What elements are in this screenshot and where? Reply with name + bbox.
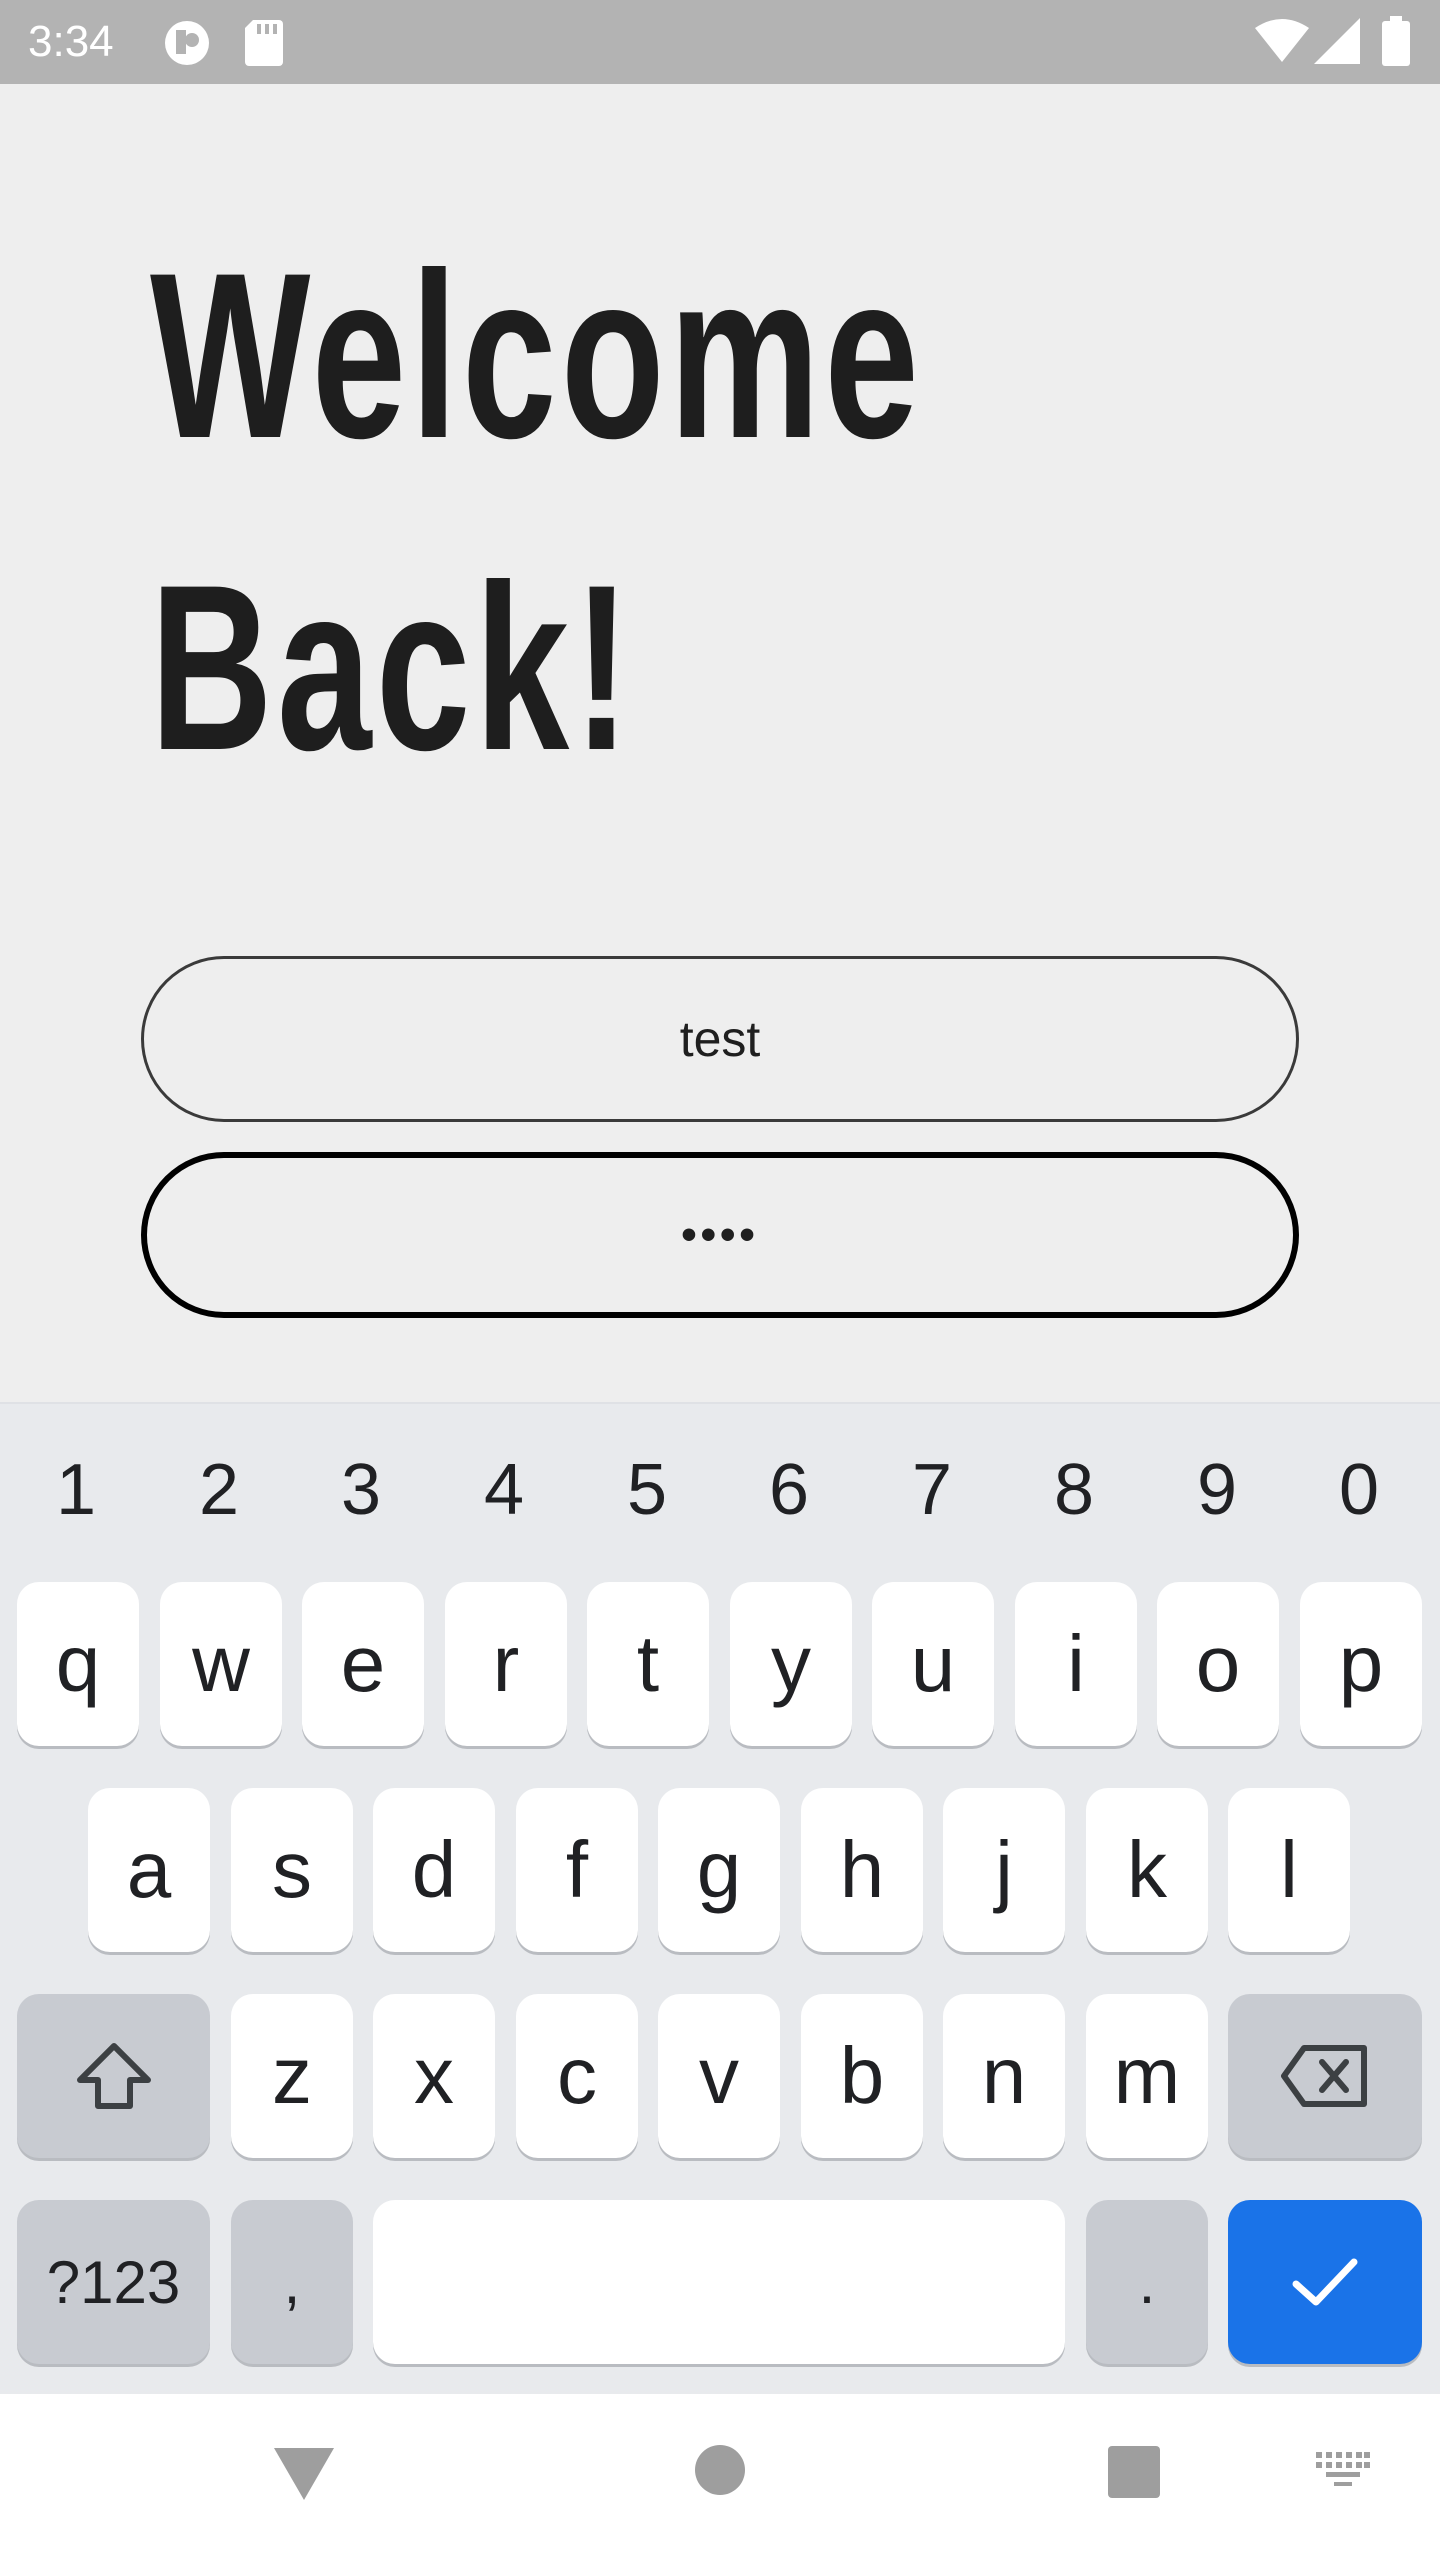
key-7[interactable]: 7 xyxy=(882,1440,982,1540)
key-e[interactable]: e xyxy=(302,1582,424,1746)
key-t[interactable]: t xyxy=(587,1582,709,1746)
key-w[interactable]: w xyxy=(160,1582,282,1746)
key-z[interactable]: z xyxy=(231,1994,353,2158)
key-6[interactable]: 6 xyxy=(739,1440,839,1540)
number-row: 1 2 3 4 5 6 7 8 9 0 xyxy=(0,1440,1440,1540)
welcome-title: Welcome Back! xyxy=(150,200,942,824)
comma-key[interactable]: , xyxy=(231,2200,353,2364)
sd-card-icon xyxy=(245,20,283,66)
key-f[interactable]: f xyxy=(516,1788,638,1952)
key-5[interactable]: 5 xyxy=(597,1440,697,1540)
symbols-key[interactable]: ?123 xyxy=(17,2200,210,2364)
key-8[interactable]: 8 xyxy=(1024,1440,1124,1540)
key-x[interactable]: x xyxy=(373,1994,495,2158)
key-y[interactable]: y xyxy=(730,1582,852,1746)
checkmark-icon xyxy=(1292,2258,1358,2306)
welcome-title-line1: Welcome xyxy=(150,224,924,488)
status-time: 3:34 xyxy=(28,17,114,66)
back-icon[interactable] xyxy=(272,2446,336,2502)
key-k[interactable]: k xyxy=(1086,1788,1208,1952)
username-value: test xyxy=(679,1011,761,1067)
backspace-key[interactable] xyxy=(1228,1994,1422,2158)
key-d[interactable]: d xyxy=(373,1788,495,1952)
key-n[interactable]: n xyxy=(943,1994,1065,2158)
password-field[interactable]: •••• xyxy=(141,1152,1299,1318)
key-4[interactable]: 4 xyxy=(454,1440,554,1540)
key-p[interactable]: p xyxy=(1300,1582,1422,1746)
welcome-title-line2: Back! xyxy=(150,536,635,800)
key-9[interactable]: 9 xyxy=(1167,1440,1267,1540)
navigation-bar xyxy=(0,2394,1440,2560)
key-l[interactable]: l xyxy=(1228,1788,1350,1952)
recents-icon[interactable] xyxy=(1108,2446,1160,2498)
app-notification-icon xyxy=(165,21,209,65)
shift-icon xyxy=(76,2043,151,2109)
signal-icon xyxy=(1314,18,1360,64)
key-g[interactable]: g xyxy=(658,1788,780,1952)
username-field[interactable]: test xyxy=(141,956,1299,1122)
wifi-icon xyxy=(1255,19,1309,62)
shift-key[interactable] xyxy=(17,1994,210,2158)
key-1[interactable]: 1 xyxy=(26,1440,126,1540)
home-icon[interactable] xyxy=(694,2444,746,2496)
key-2[interactable]: 2 xyxy=(169,1440,269,1540)
key-u[interactable]: u xyxy=(872,1582,994,1746)
key-i[interactable]: i xyxy=(1015,1582,1137,1746)
key-a[interactable]: a xyxy=(88,1788,210,1952)
key-h[interactable]: h xyxy=(801,1788,923,1952)
key-s[interactable]: s xyxy=(231,1788,353,1952)
key-q[interactable]: q xyxy=(17,1582,139,1746)
key-r[interactable]: r xyxy=(445,1582,567,1746)
done-key[interactable] xyxy=(1228,2200,1422,2364)
key-j[interactable]: j xyxy=(943,1788,1065,1952)
key-3[interactable]: 3 xyxy=(311,1440,411,1540)
backspace-icon xyxy=(1281,2045,1367,2107)
battery-icon xyxy=(1382,16,1410,66)
key-b[interactable]: b xyxy=(801,1994,923,2158)
keyboard-switch-icon[interactable] xyxy=(1316,2452,1370,2486)
key-0[interactable]: 0 xyxy=(1309,1440,1409,1540)
soft-keyboard: 1 2 3 4 5 6 7 8 9 0 q w e r t y u i o p … xyxy=(0,1402,1440,2394)
key-v[interactable]: v xyxy=(658,1994,780,2158)
period-key[interactable]: . xyxy=(1086,2200,1208,2364)
key-o[interactable]: o xyxy=(1157,1582,1279,1746)
space-key[interactable] xyxy=(373,2200,1065,2364)
key-c[interactable]: c xyxy=(516,1994,638,2158)
key-m[interactable]: m xyxy=(1086,1994,1208,2158)
status-bar: 3:34 xyxy=(0,0,1440,84)
password-mask: •••• xyxy=(681,1210,759,1259)
